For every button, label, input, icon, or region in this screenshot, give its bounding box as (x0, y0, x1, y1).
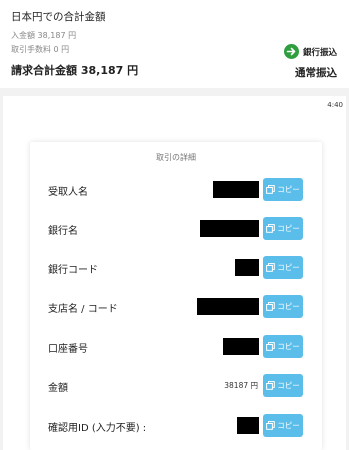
detail-label: 受取人名 (48, 187, 88, 198)
copy-label: コピー (277, 302, 300, 311)
detail-row-bank-code: 銀行コード コピー (30, 255, 322, 281)
copy-label: コピー (277, 381, 300, 390)
detail-label: 金額 (48, 383, 68, 394)
redacted-value (197, 298, 259, 315)
copy-icon (266, 302, 276, 311)
detail-label: 確認用ID (入力不要) : (48, 423, 147, 434)
detail-label: 銀行コード (48, 265, 98, 276)
detail-row-confirmation-id: 確認用ID (入力不要) : コピー (30, 413, 322, 439)
redacted-value (200, 220, 259, 237)
countdown-timer: 4:40 (327, 101, 343, 109)
copy-label: コピー (277, 185, 300, 194)
detail-row-account-number: 口座番号 コピー (30, 334, 322, 360)
copy-icon (266, 381, 276, 390)
copy-button[interactable]: コピー (263, 178, 303, 201)
copy-label: コピー (277, 224, 300, 233)
copy-button[interactable]: コピー (263, 295, 303, 318)
copy-icon (266, 421, 276, 430)
copy-button[interactable]: コピー (263, 414, 303, 437)
copy-icon (266, 224, 276, 233)
detail-row-bank-name: 銀行名 コピー (30, 216, 322, 242)
copy-icon (266, 263, 276, 272)
detail-row-amount: 金額 38187 円 コピー (30, 373, 322, 399)
redacted-value (235, 259, 259, 276)
copy-icon (266, 185, 276, 194)
payment-method-label: 銀行振込 (302, 47, 337, 58)
detail-row-branch: 支店名 / コード コピー (30, 294, 322, 320)
copy-button[interactable]: コピー (263, 256, 303, 279)
arrow-right-icon (283, 44, 299, 59)
transaction-fee: 取引手数料 0 円 (11, 45, 70, 54)
redacted-value (223, 338, 259, 355)
transaction-details-card: 取引の詳細 受取人名 コピー 銀行名 コピー 銀行コード コピー 支店名 / コ… (30, 142, 322, 450)
copy-button[interactable]: コピー (263, 335, 303, 358)
detail-label: 銀行名 (48, 226, 78, 237)
billing-total: 請求合計金額 38,187 円 (11, 64, 139, 77)
detail-row-recipient: 受取人名 コピー (30, 177, 322, 203)
copy-label: コピー (277, 421, 300, 430)
payment-method: 銀行振込 (283, 44, 337, 59)
transfer-type: 通常振込 (295, 67, 337, 79)
detail-label: 口座番号 (48, 344, 88, 355)
deposit-amount: 入金額 38,187 円 (11, 31, 77, 40)
card-title: 取引の詳細 (156, 153, 196, 162)
copy-button[interactable]: コピー (263, 374, 303, 397)
copy-label: コピー (277, 263, 300, 272)
copy-label: コピー (277, 342, 300, 351)
copy-button[interactable]: コピー (263, 217, 303, 240)
copy-icon (266, 342, 276, 351)
payment-summary: 日本円での合計金額 入金額 38,187 円 取引手数料 0 円 請求合計金額 … (0, 0, 349, 88)
amount-value: 38187 円 (224, 381, 258, 390)
redacted-value (213, 181, 259, 198)
redacted-value (237, 417, 259, 434)
detail-label: 支店名 / コード (48, 304, 118, 315)
summary-title: 日本円での合計金額 (11, 11, 106, 23)
